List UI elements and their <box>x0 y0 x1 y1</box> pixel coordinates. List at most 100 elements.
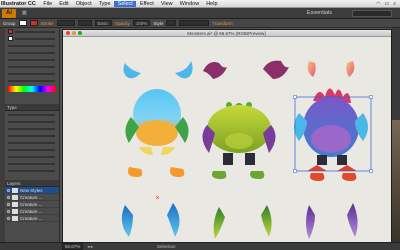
current-tool-status[interactable]: Selection <box>157 244 176 249</box>
leg-blue-left[interactable] <box>121 205 133 237</box>
type-field[interactable] <box>8 169 55 172</box>
bat-wing-left[interactable] <box>203 62 227 79</box>
layers-panel-tab[interactable]: Layers <box>5 180 59 187</box>
leg-blue-right[interactable] <box>167 203 180 237</box>
foot-blue-left[interactable] <box>128 167 143 177</box>
opacity-field[interactable]: 100% <box>132 20 151 26</box>
stroke-swatch[interactable] <box>29 20 38 26</box>
type-field[interactable] <box>8 134 55 137</box>
foot-green-left[interactable] <box>212 171 227 179</box>
slider[interactable] <box>8 44 55 47</box>
transform-label[interactable]: Transform <box>212 21 232 26</box>
battery-icon[interactable]: ▭ <box>384 1 389 7</box>
leg-green-right[interactable] <box>261 205 272 237</box>
leg-purple-left[interactable] <box>306 205 315 239</box>
selection-handle[interactable] <box>293 95 297 99</box>
layer-row[interactable]: Creature ... <box>5 208 59 215</box>
leg-purple-right[interactable] <box>347 203 358 237</box>
selection-handle[interactable] <box>293 169 297 173</box>
zoom-window-icon[interactable] <box>78 31 82 35</box>
leg-green-left[interactable] <box>213 207 225 239</box>
foot-blue-right[interactable] <box>170 167 185 177</box>
wifi-icon[interactable]: ◠ <box>376 1 380 7</box>
help-search-input[interactable] <box>352 9 392 17</box>
eye-icon[interactable] <box>7 202 10 206</box>
monster-purple-group[interactable] <box>294 88 368 171</box>
type-field[interactable] <box>8 162 55 165</box>
fill-swatch[interactable] <box>18 20 27 26</box>
type-field[interactable] <box>8 113 55 116</box>
type-field[interactable] <box>8 120 55 123</box>
layer-thumbnail <box>12 215 18 221</box>
eye-icon[interactable] <box>7 216 10 220</box>
layer-row[interactable]: New Styles <box>5 187 59 194</box>
left-panel-dock: Type Layers New Styles Creature ... Crea… <box>5 28 60 242</box>
anchor-point-marker[interactable] <box>155 195 160 200</box>
slider[interactable] <box>8 51 55 54</box>
arrange-documents-icon[interactable]: ▦ <box>22 10 27 16</box>
slider[interactable] <box>8 65 55 68</box>
opacity-label[interactable]: Opacity <box>115 21 130 26</box>
horn-left[interactable] <box>307 61 316 77</box>
variable-width-dropdown[interactable] <box>77 20 92 26</box>
foot-green-right[interactable] <box>250 171 265 179</box>
color-spectrum[interactable] <box>8 86 56 92</box>
color-chip[interactable] <box>8 36 13 41</box>
type-row <box>5 118 59 125</box>
menu-edit[interactable]: Edit <box>56 1 72 7</box>
slider[interactable] <box>15 30 55 33</box>
blue-ear-left[interactable] <box>123 63 141 79</box>
zoom-level-field[interactable]: 66.67% <box>62 243 84 250</box>
eye-icon[interactable] <box>7 209 10 213</box>
menu-help[interactable]: Help <box>203 1 221 7</box>
selection-type-label: Group <box>3 20 16 26</box>
monster-green-group[interactable] <box>202 102 276 165</box>
selection-handle[interactable] <box>369 169 373 173</box>
slider[interactable] <box>15 37 55 40</box>
slider[interactable] <box>8 58 55 61</box>
close-window-icon[interactable] <box>66 31 70 35</box>
menu-select[interactable]: Select <box>114 0 137 7</box>
document-title-bar[interactable]: Monsters.ai* @ 66.67% (RGB/Preview) <box>63 30 391 37</box>
type-field[interactable] <box>8 127 55 130</box>
artboard-canvas[interactable] <box>63 37 392 243</box>
menu-window[interactable]: Window <box>176 1 203 7</box>
type-field[interactable] <box>8 141 55 144</box>
type-field[interactable] <box>8 148 55 151</box>
artboard-navigation[interactable]: ◂ ▸ <box>87 244 93 250</box>
slider[interactable] <box>8 72 55 75</box>
foot-purple-left[interactable] <box>310 173 325 181</box>
color-chip[interactable] <box>8 29 13 34</box>
horn-right[interactable] <box>346 61 355 77</box>
eye-icon[interactable] <box>7 195 10 199</box>
style-dropdown[interactable] <box>166 20 177 26</box>
stroke-label[interactable]: Stroke <box>41 21 54 26</box>
menu-object[interactable]: Object <box>72 1 95 7</box>
workspace-switcher[interactable]: Essentials <box>307 10 332 16</box>
menu-view[interactable]: View <box>157 1 176 7</box>
menu-type[interactable]: Type <box>95 1 114 7</box>
menu-effect[interactable]: Effect <box>136 1 157 7</box>
application-bar: Ai ▦ Essentials <box>0 8 400 19</box>
layer-row[interactable]: Creature ... <box>5 194 59 201</box>
selection-handle[interactable] <box>369 95 373 99</box>
brush-dropdown[interactable]: Basic <box>94 20 112 26</box>
minimize-window-icon[interactable] <box>72 31 76 35</box>
menu-file[interactable]: File <box>40 1 56 7</box>
bat-wing-right[interactable] <box>263 60 289 79</box>
layer-row[interactable]: Creature ... <box>5 201 59 208</box>
type-row <box>5 146 59 153</box>
search-icon[interactable]: ⌕ <box>393 1 396 7</box>
layer-row[interactable]: Creature ... <box>5 215 59 222</box>
stroke-weight-field[interactable] <box>56 20 75 26</box>
type-field[interactable] <box>8 155 55 158</box>
align-controls[interactable] <box>179 20 210 26</box>
blue-ear-right[interactable] <box>175 61 193 79</box>
type-panel-tab[interactable]: Type <box>5 104 59 111</box>
foot-purple-right[interactable] <box>342 173 357 181</box>
layer-thumbnail <box>12 194 18 200</box>
eye-icon[interactable] <box>7 188 10 192</box>
monster-blue-group[interactable] <box>125 89 189 155</box>
slider[interactable] <box>8 79 55 82</box>
app-name[interactable]: Illustrator CC <box>0 1 40 7</box>
